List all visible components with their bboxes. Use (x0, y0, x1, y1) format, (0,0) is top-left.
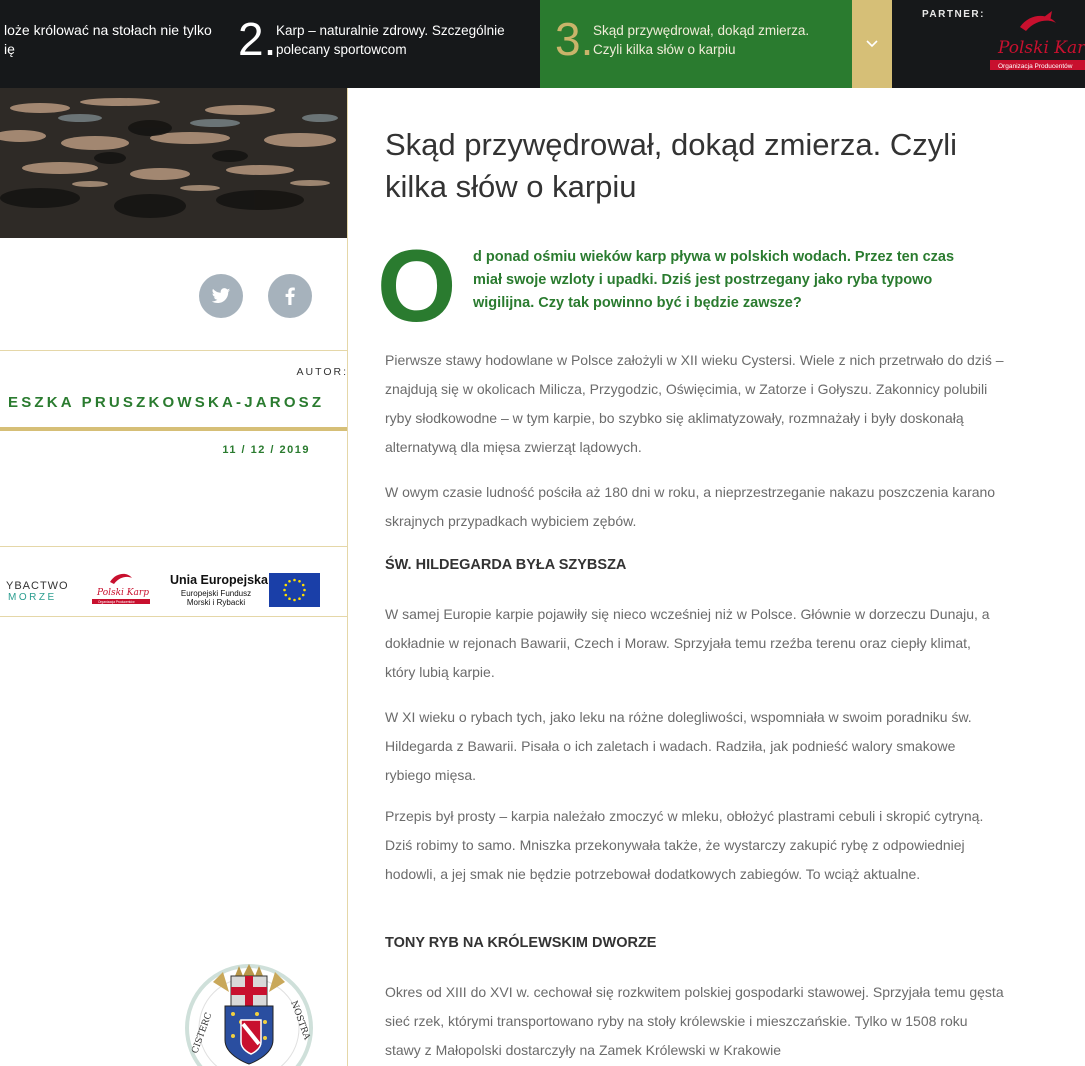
rybactwo-logo-subtext: MORZE (8, 592, 57, 603)
facebook-share-button[interactable] (268, 274, 312, 318)
author-label: AUTOR: (296, 366, 348, 378)
svg-text:Polski Karp: Polski Karp (96, 588, 149, 598)
svg-text:Organizacja Producentów: Organizacja Producentów (98, 600, 135, 604)
nav-article-1-title: loże królować na stołach nie tylko ię (4, 22, 212, 57)
articles-dropdown-button[interactable] (852, 0, 892, 88)
eu-logo-subtitle: Europejski Fundusz Morski i Rybacki (180, 589, 252, 607)
top-navigation-bar: loże królować na stołach nie tylko ię 2. … (0, 0, 1085, 88)
divider (0, 616, 347, 617)
article-paragraph: W owym czasie ludność pościła aż 180 dni… (385, 484, 996, 529)
svg-text:Polski Karp: Polski Karp (997, 38, 1085, 58)
eu-flag-icon (269, 573, 320, 607)
polski-karp-sponsor-logo: Polski Karp Organizacja Producentów (92, 568, 154, 608)
rybactwo-logo-text: YBACTWO (6, 580, 69, 592)
drop-cap: O (377, 229, 457, 343)
nav-article-2[interactable]: 2. Karp – naturalnie zdrowy. Szczególnie… (228, 0, 540, 88)
article-paragraph: W XI wieku o rybach tych, jako leku na r… (385, 709, 972, 783)
nav-article-3-active[interactable]: 3. Skąd przywędrował, dokąd zmierza. Czyl… (540, 0, 852, 88)
article-paragraph: Pierwsze stawy hodowlane w Polsce założy… (385, 352, 1004, 455)
section-heading: ŚW. HILDEGARDA BYŁA SZYBSZA (385, 557, 627, 573)
article-paragraph: W samej Europie karpie pojawiły się niec… (385, 606, 990, 680)
partner-label: PARTNER: (922, 9, 985, 20)
article-title: Skąd przywędrował, dokąd zmierza. Czyli … (385, 127, 957, 204)
gold-divider (0, 427, 347, 431)
left-column-border (347, 88, 348, 1066)
nav-article-2-number: 2. (238, 13, 277, 65)
nav-article-3-number: 3. (555, 13, 594, 65)
twitter-icon (211, 287, 231, 303)
article-lead: d ponad ośmiu wieków karp pływa w polski… (473, 249, 955, 311)
hero-image-water-reflection (0, 88, 347, 238)
nav-article-1[interactable]: loże królować na stołach nie tylko ię (0, 0, 228, 88)
nav-article-2-title: Karp – naturalnie zdrowy. Szczególnie pol… (276, 23, 505, 57)
chevron-down-icon (866, 40, 878, 48)
article-paragraph: Przepis był prosty – karpia należało zmo… (385, 808, 984, 882)
eu-logo-title: Unia Europejska (170, 573, 268, 587)
section-heading: TONY RYB NA KRÓLEWSKIM DWORZE (385, 935, 657, 951)
svg-text:Organizacja Producentów: Organizacja Producentów (998, 63, 1073, 70)
polski-karp-partner-logo[interactable]: Polski Karp Organizacja Producentów (990, 9, 1085, 75)
author-name[interactable]: ESZKA PRUSZKOWSKA-JAROSZ (8, 394, 324, 411)
cistercian-crest-logo: CISTERC NOSTRA (183, 962, 315, 1066)
article-paragraph: Okres od XIII do XVI w. cechował się roz… (385, 984, 1004, 1058)
facebook-icon (285, 287, 295, 305)
publish-date: 11 / 12 / 2019 (222, 444, 310, 456)
divider (0, 546, 347, 547)
divider (0, 350, 347, 351)
twitter-share-button[interactable] (199, 274, 243, 318)
nav-article-3-title: Skąd przywędrował, dokąd zmierza. Czyli k… (593, 23, 810, 57)
